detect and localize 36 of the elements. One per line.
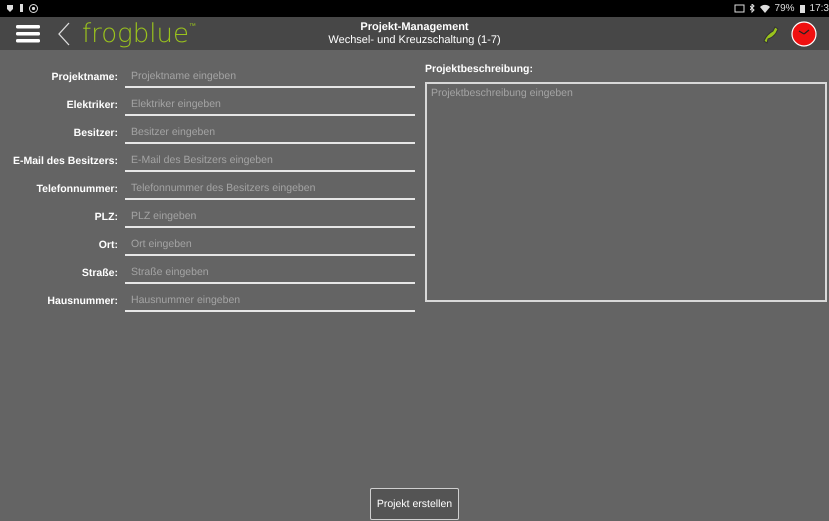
frogblue-logo: frogblue [82,20,189,46]
text-input[interactable]: Hausnummer eingeben [125,294,415,312]
field-label: Projektname: [50,71,119,85]
cast-icon [734,4,745,13]
battery-percentage: 79% [774,3,795,14]
text-input[interactable]: Telefonnummer des Besitzers eingeben [125,182,415,200]
field-label: E-Mail des Besitzers: [12,155,119,169]
field-label: Besitzer: [72,127,119,141]
field-label: Ort: [98,239,119,253]
shield-icon [6,4,14,13]
text-input[interactable]: Besitzer eingeben [125,126,415,144]
field-label: PLZ: [94,211,119,225]
page-subtitle: Wechsel- und Kreuzschaltung (1-7) [328,34,501,46]
text-input[interactable]: Ort eingeben [125,238,415,256]
field-label: Elektriker: [66,99,119,113]
description-label: Projektbeschreibung: [425,62,534,77]
text-input[interactable]: E-Mail des Besitzers eingeben [125,154,415,172]
text-input[interactable]: Projektname eingeben [125,70,415,88]
battery-icon [800,4,805,13]
text-input[interactable]: Straße eingeben [125,266,415,284]
camera-icon [29,4,38,13]
menu-icon[interactable] [16,24,40,42]
description-textarea[interactable]: Projektbeschreibung eingeben [425,82,827,302]
bluetooth-icon [750,4,755,13]
clock-icon[interactable] [791,20,817,46]
create-project-button[interactable]: Projekt erstellen [370,488,460,520]
wifi-icon [760,4,770,13]
text-input[interactable]: Elektriker eingeben [125,98,415,116]
page-title: Projekt-Management [360,20,469,34]
back-icon[interactable] [58,22,70,46]
clock-time: 17:3 [810,3,829,14]
field-label: Straße: [80,267,119,281]
notification-icon [19,4,24,13]
field-label: Hausnummer: [46,295,119,309]
text-input[interactable]: PLZ eingeben [125,210,415,228]
field-label: Telefonnummer: [36,183,119,197]
